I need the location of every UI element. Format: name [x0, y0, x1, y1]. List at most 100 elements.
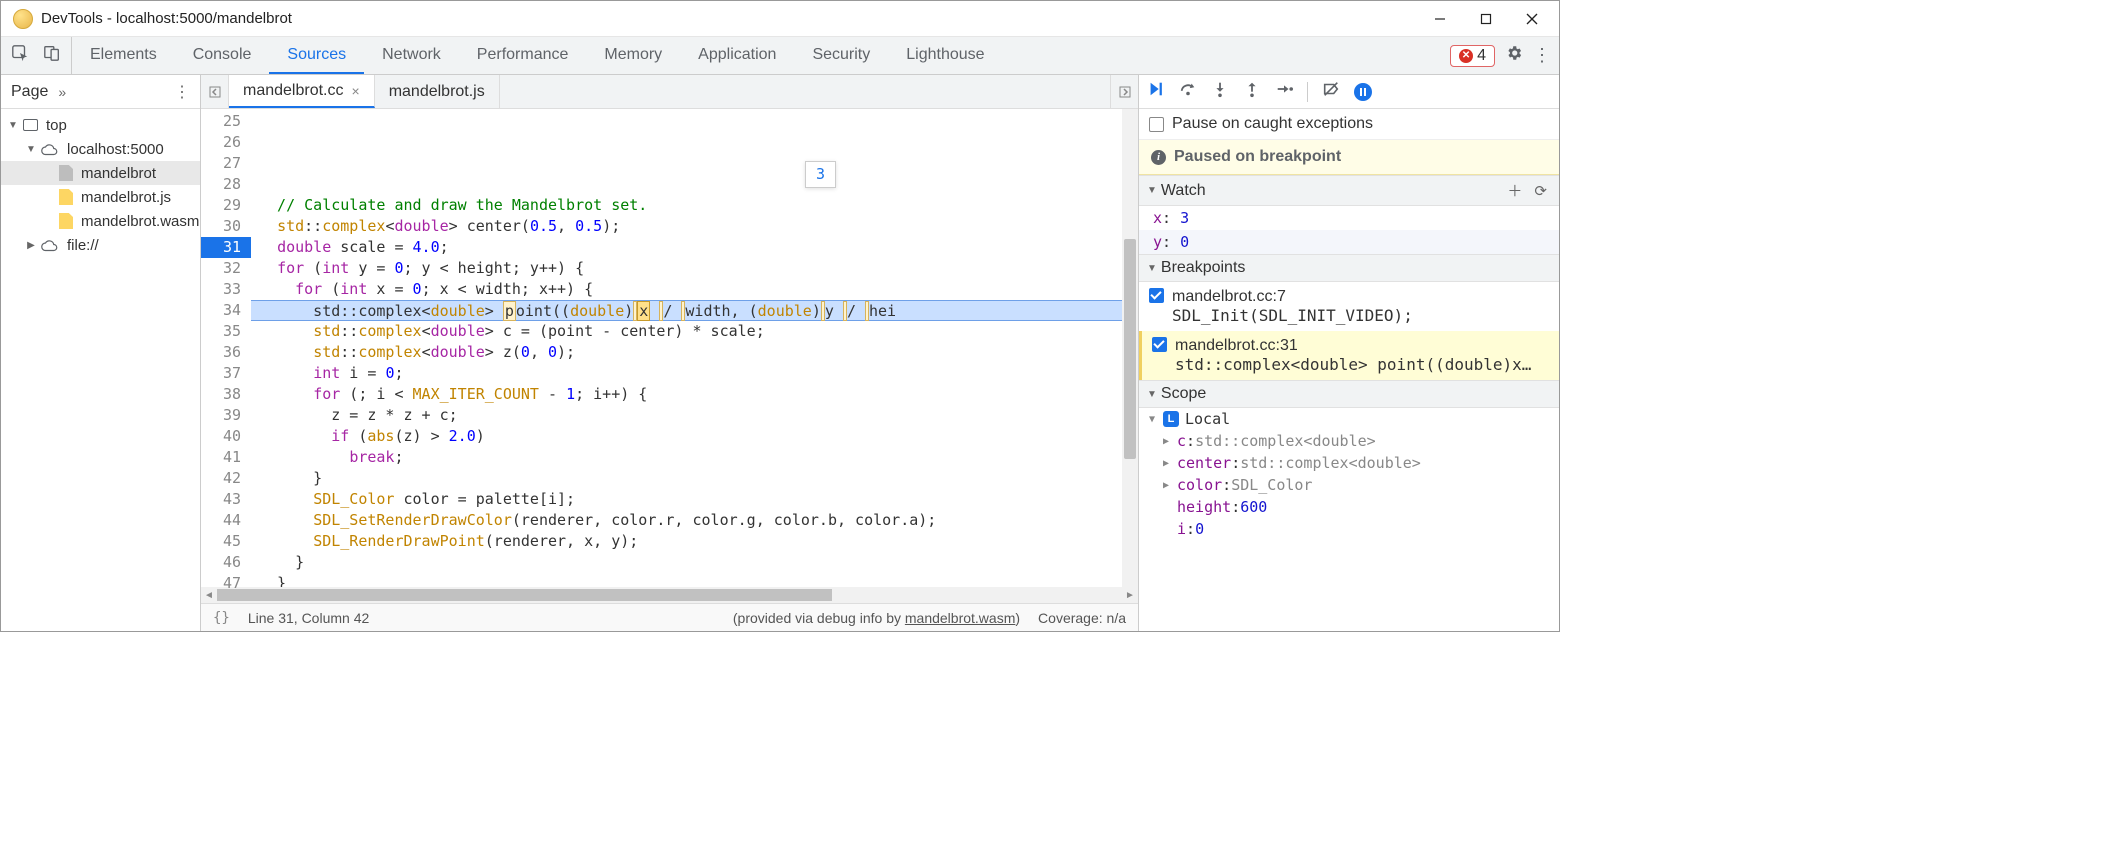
horizontal-scrollbar[interactable]: ◄► [201, 587, 1138, 603]
cursor-position: Line 31, Column 42 [248, 610, 369, 626]
tab-security[interactable]: Security [794, 37, 888, 74]
scope-variable[interactable]: ▶c: std::complex<double> [1139, 430, 1559, 452]
breakpoints-header[interactable]: ▼Breakpoints [1139, 254, 1559, 282]
pause-on-caught-checkbox[interactable] [1149, 117, 1164, 132]
scope-group[interactable]: ▼LLocal [1139, 408, 1559, 430]
code-line: std::complex<double> c = (point - center… [251, 321, 1122, 342]
code-line: break; [251, 447, 1122, 468]
step-out-icon[interactable] [1243, 80, 1261, 103]
tab-performance[interactable]: Performance [459, 37, 587, 74]
code-line: z = z * z + c; [251, 405, 1122, 426]
step-over-icon[interactable] [1179, 80, 1197, 103]
tree-item[interactable]: ▼localhost:5000 [1, 137, 200, 161]
paused-banner: i Paused on breakpoint [1139, 140, 1559, 175]
step-into-icon[interactable] [1211, 80, 1229, 103]
breakpoint-item[interactable]: mandelbrot.cc:31std::complex<double> poi… [1139, 331, 1559, 380]
minimize-button[interactable] [1417, 3, 1463, 35]
tab-console[interactable]: Console [175, 37, 270, 74]
code-line: std::complex<double> center(0.5, 0.5); [251, 216, 1122, 237]
code-line: } [251, 573, 1122, 587]
line-gutter[interactable]: 2526272829303132333435363738394041424344… [201, 109, 251, 587]
breakpoint-checkbox[interactable] [1152, 337, 1167, 352]
main-toolbar: ElementsConsoleSourcesNetworkPerformance… [1, 37, 1559, 75]
tab-nav-prev[interactable] [201, 75, 229, 108]
tab-elements[interactable]: Elements [72, 37, 175, 74]
step-icon[interactable] [1275, 80, 1293, 103]
inspect-icon[interactable] [11, 44, 29, 67]
add-watch-icon[interactable]: ＋ [1503, 180, 1526, 201]
panel-menu-icon[interactable]: ⋮ [174, 82, 190, 102]
value-tooltip: 3 [805, 161, 836, 188]
info-icon: i [1151, 150, 1166, 165]
title-bar: DevTools - localhost:5000/mandelbrot [1, 1, 1559, 37]
watch-header[interactable]: ▼Watch ＋ ⟳ [1139, 175, 1559, 206]
error-count: 4 [1477, 47, 1486, 65]
tree-item[interactable]: ▶file:// [1, 233, 200, 257]
coverage-status: Coverage: n/a [1038, 610, 1126, 626]
tab-application[interactable]: Application [680, 37, 794, 74]
watch-item[interactable]: y: 0 [1139, 230, 1559, 254]
tree-item[interactable]: mandelbrot.js [1, 185, 200, 209]
code-line [251, 174, 1122, 195]
pause-on-exceptions-icon[interactable] [1354, 83, 1372, 101]
tree-item[interactable]: mandelbrot [1, 161, 200, 185]
pretty-print-icon[interactable]: {} [213, 610, 230, 626]
more-icon[interactable]: ⋮ [1533, 45, 1551, 66]
code-line: // Calculate and draw the Mandelbrot set… [251, 195, 1122, 216]
device-icon[interactable] [43, 44, 61, 67]
tree-item[interactable]: mandelbrot.wasm [1, 209, 200, 233]
breakpoint-item[interactable]: mandelbrot.cc:7SDL_Init(SDL_INIT_VIDEO); [1139, 282, 1559, 331]
scope-variable[interactable]: i: 0 [1139, 518, 1559, 540]
code-line: for (int y = 0; y < height; y++) { [251, 258, 1122, 279]
code-area[interactable]: 3 // Calculate and draw the Mandelbrot s… [251, 109, 1122, 587]
code-line: SDL_Color color = palette[i]; [251, 489, 1122, 510]
close-tab-icon[interactable]: × [352, 83, 360, 99]
maximize-button[interactable] [1463, 3, 1509, 35]
code-line: SDL_SetRenderDrawColor(renderer, color.r… [251, 510, 1122, 531]
scope-list: ▼LLocal▶c: std::complex<double>▶center: … [1139, 408, 1559, 540]
breakpoint-checkbox[interactable] [1149, 288, 1164, 303]
code-line: if (abs(z) > 2.0) [251, 426, 1122, 447]
debugger-panel: Pause on caught exceptions i Paused on b… [1139, 75, 1559, 631]
debug-info-link[interactable]: mandelbrot.wasm [905, 610, 1016, 626]
tab-nav-next[interactable] [1110, 75, 1138, 108]
cloud-icon [41, 239, 59, 251]
devtools-window: DevTools - localhost:5000/mandelbrot Ele… [0, 0, 1560, 632]
scope-variable[interactable]: ▶color: SDL_Color [1139, 474, 1559, 496]
deactivate-breakpoints-icon[interactable] [1322, 80, 1340, 103]
debugger-toolbar [1139, 75, 1559, 109]
file-icon [59, 189, 73, 205]
file-tab[interactable]: mandelbrot.js [375, 75, 500, 108]
tab-memory[interactable]: Memory [586, 37, 680, 74]
navigator-panel: Page » ⋮ ▼top▼localhost:5000mandelbrotma… [1, 75, 201, 631]
close-button[interactable] [1509, 3, 1555, 35]
breakpoints-list: mandelbrot.cc:7SDL_Init(SDL_INIT_VIDEO);… [1139, 282, 1559, 380]
tab-network[interactable]: Network [364, 37, 459, 74]
paused-message: Paused on breakpoint [1174, 148, 1341, 166]
scope-variable[interactable]: height: 600 [1139, 496, 1559, 518]
file-icon [59, 213, 73, 229]
page-tab[interactable]: Page [11, 83, 48, 101]
watch-item[interactable]: x: 3 [1139, 206, 1559, 230]
vertical-scrollbar[interactable] [1122, 109, 1138, 587]
code-line: int i = 0; [251, 363, 1122, 384]
more-tabs-icon[interactable]: » [58, 84, 64, 100]
code-line: for (; i < MAX_ITER_COUNT - 1; i++) { [251, 384, 1122, 405]
tree-item[interactable]: ▼top [1, 113, 200, 137]
pause-on-caught-label: Pause on caught exceptions [1172, 115, 1373, 133]
folder-icon [23, 119, 38, 131]
tab-lighthouse[interactable]: Lighthouse [888, 37, 1002, 74]
app-icon [13, 9, 33, 29]
error-badge[interactable]: ✕ 4 [1450, 45, 1495, 67]
scope-variable[interactable]: ▶center: std::complex<double> [1139, 452, 1559, 474]
refresh-watch-icon[interactable]: ⟳ [1530, 182, 1551, 200]
tab-sources[interactable]: Sources [269, 37, 364, 74]
file-tab[interactable]: mandelbrot.cc× [229, 75, 375, 108]
scope-header[interactable]: ▼Scope [1139, 380, 1559, 408]
resume-icon[interactable] [1147, 80, 1165, 103]
settings-icon[interactable] [1505, 44, 1523, 67]
pause-on-caught-row[interactable]: Pause on caught exceptions [1139, 109, 1559, 140]
code-line: std::complex<double> point((double)x / w… [251, 300, 1122, 321]
file-tree: ▼top▼localhost:5000mandelbrotmandelbrot.… [1, 109, 200, 261]
code-line: } [251, 468, 1122, 489]
